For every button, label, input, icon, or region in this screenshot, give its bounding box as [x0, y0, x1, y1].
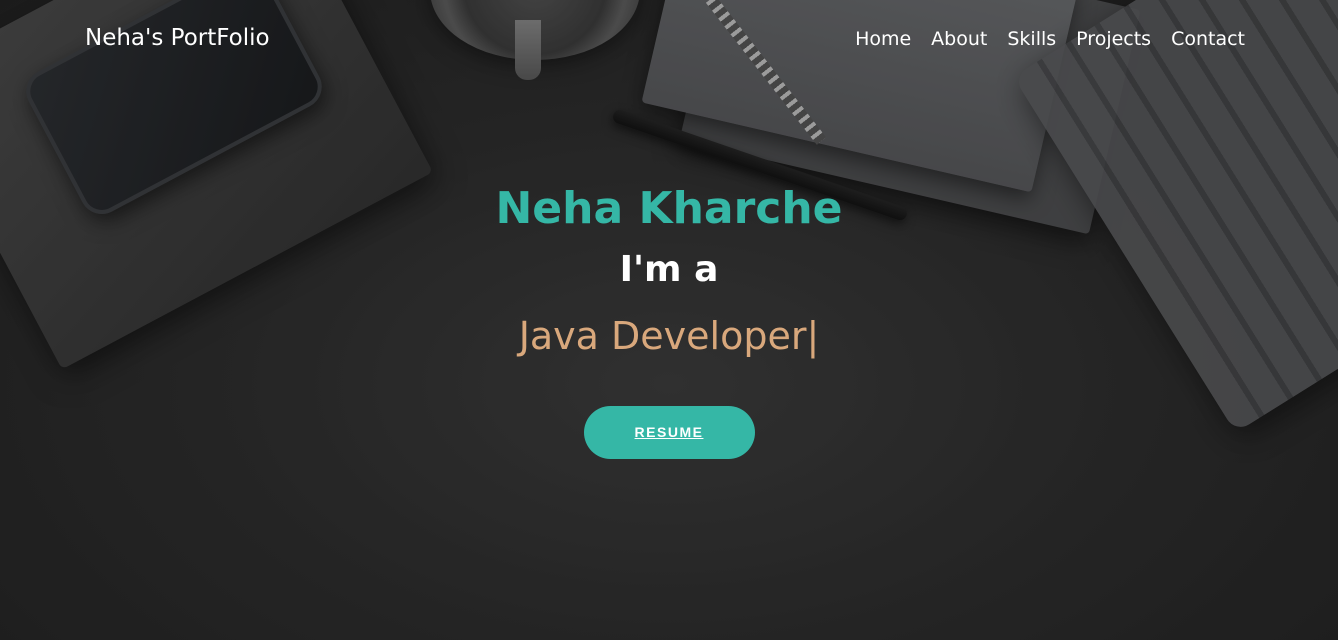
typing-cursor: | [806, 314, 820, 358]
nav-link-skills[interactable]: Skills [1007, 28, 1056, 50]
nav-link-projects[interactable]: Projects [1076, 28, 1151, 50]
nav-links: Home About Skills Projects Contact [855, 28, 1245, 50]
navbar: Neha's PortFolio Home About Skills Proje… [0, 0, 1338, 82]
resume-button[interactable]: RESUME [583, 406, 755, 459]
nav-link-about[interactable]: About [931, 28, 987, 50]
hero-role-text: Java Developer [518, 314, 807, 358]
nav-link-home[interactable]: Home [855, 28, 911, 50]
hero-intro: I'm a [619, 249, 719, 290]
hero-section: Neha's PortFolio Home About Skills Proje… [0, 0, 1338, 640]
nav-link-contact[interactable]: Contact [1171, 28, 1245, 50]
brand-logo[interactable]: Neha's PortFolio [85, 25, 270, 51]
hero-content: Neha Kharche I'm a Java Developer| RESUM… [0, 180, 1338, 459]
hero-role: Java Developer| [0, 310, 1338, 362]
hero-name: Neha Kharche [495, 183, 843, 234]
